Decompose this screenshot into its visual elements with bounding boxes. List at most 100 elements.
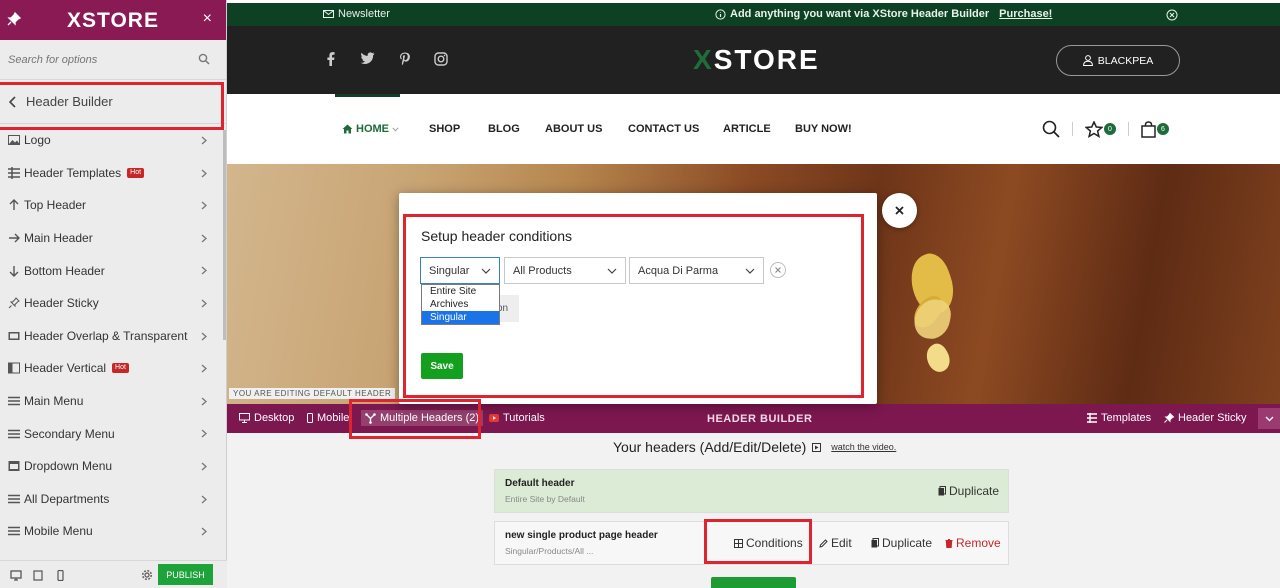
sidebar-item-header-sticky[interactable]: Header Sticky	[0, 287, 226, 320]
desktop-icon	[239, 413, 250, 423]
sidebar-item-header-vertical[interactable]: Header Vertical Hot	[0, 352, 226, 385]
sitemap-icon	[365, 412, 376, 424]
duplicate-button[interactable]: Duplicate	[871, 536, 932, 550]
templates-tab[interactable]: Templates	[1087, 412, 1151, 424]
account-button[interactable]: BLACKPEA	[1056, 45, 1180, 76]
sidebar-item-label: Dropdown Menu	[24, 459, 113, 474]
nav-buy-now[interactable]: BUY NOW!	[795, 123, 852, 135]
save-button[interactable]: Save	[421, 353, 463, 379]
pin-icon	[8, 297, 20, 309]
site-logo-text: STORE	[713, 44, 820, 75]
pinterest-icon[interactable]	[399, 52, 411, 66]
close-modal-button[interactable]	[882, 193, 917, 228]
sidebar-item-header-overlap-transparent[interactable]: Header Overlap & Transparent	[0, 320, 226, 353]
sidebar-item-bottom-header[interactable]: Bottom Header	[0, 254, 226, 287]
chevron-down-icon	[745, 268, 755, 274]
sidebar-item-all-departments[interactable]: All Departments	[0, 483, 226, 516]
header-sticky-tab[interactable]: Header Sticky	[1164, 412, 1246, 424]
multiple-headers-tab[interactable]: Multiple Headers (2)	[361, 410, 484, 426]
sidebar-item-top-header[interactable]: Top Header	[0, 189, 226, 222]
instagram-icon[interactable]	[434, 52, 448, 66]
home-icon	[342, 124, 353, 134]
sidebar-logo: XSTORE	[67, 9, 159, 32]
arrow-right-icon	[8, 232, 20, 244]
condition-item-select[interactable]: Acqua Di Parma	[629, 257, 764, 284]
option-archives[interactable]: Archives	[422, 298, 499, 311]
dropdown-icon	[8, 460, 20, 472]
condition-category-select[interactable]: All Products	[504, 257, 626, 284]
duplicate-button[interactable]: Duplicate	[938, 484, 999, 498]
watch-video-link[interactable]: watch the video.	[831, 442, 896, 452]
copy-icon	[871, 538, 879, 548]
tutorials-tab[interactable]: Tutorials	[489, 412, 545, 424]
chevron-down-icon	[607, 268, 617, 274]
option-entire-site[interactable]: Entire Site	[422, 285, 499, 298]
cart-button[interactable]: 6	[1141, 120, 1169, 138]
nav-about-us[interactable]: ABOUT US	[545, 123, 602, 135]
sidebar-item-main-menu[interactable]: Main Menu	[0, 385, 226, 418]
hot-badge: Hot	[112, 363, 129, 374]
back-icon[interactable]	[0, 80, 26, 124]
menu-icon	[8, 525, 20, 537]
menu-icon	[8, 428, 20, 440]
masthead: XSTORE BLACKPEA	[227, 26, 1280, 94]
wishlist-button[interactable]: 0	[1085, 120, 1116, 138]
option-singular[interactable]: Singular	[422, 311, 499, 324]
twitter-icon[interactable]	[360, 52, 375, 65]
chevron-right-icon	[201, 462, 207, 471]
conditions-icon	[734, 538, 743, 548]
search-input[interactable]	[0, 40, 226, 79]
condition-type-value: Singular	[429, 264, 470, 277]
add-header-button[interactable]	[711, 577, 796, 588]
video-icon	[812, 442, 822, 452]
newsletter-link[interactable]: Newsletter	[323, 8, 390, 20]
desktop-preview-icon[interactable]	[10, 570, 22, 581]
nav-contact-us[interactable]: CONTACT US	[628, 123, 699, 135]
nav-home[interactable]: HOME	[342, 123, 399, 135]
chevron-right-icon	[201, 397, 207, 406]
nav-home-label: HOME	[356, 123, 389, 135]
desktop-tab-label: Desktop	[254, 412, 295, 424]
toolbar-collapse-button[interactable]	[1258, 408, 1280, 429]
sidebar-item-label: Header Vertical	[24, 361, 107, 376]
remove-button[interactable]: Remove	[945, 536, 1001, 550]
publish-button[interactable]: PUBLISH	[158, 564, 213, 585]
nav-shop[interactable]: SHOP	[429, 123, 460, 135]
header-name: Default header	[505, 478, 575, 489]
duplicate-label: Duplicate	[949, 484, 1000, 498]
search-icon[interactable]	[1042, 120, 1060, 138]
nav-blog[interactable]: BLOG	[488, 123, 520, 135]
sidebar-footer: PUBLISH	[0, 560, 227, 588]
gear-icon[interactable]	[141, 569, 153, 581]
edit-button[interactable]: Edit	[819, 536, 852, 550]
nav-article[interactable]: ARTICLE	[723, 123, 771, 135]
site-logo[interactable]: XSTORE	[693, 44, 820, 76]
tablet-preview-icon[interactable]	[33, 570, 43, 581]
sidebar-item-label: Secondary Menu	[24, 426, 115, 441]
chevron-right-icon	[201, 364, 207, 373]
sidebar-item-dropdown-menu[interactable]: Dropdown Menu	[0, 450, 226, 483]
sidebar-item-secondary-menu[interactable]: Secondary Menu	[0, 417, 226, 450]
header-builder-title: HEADER BUILDER	[707, 413, 813, 425]
sidebar-header: XSTORE ×	[0, 0, 226, 40]
top-bar: Newsletter Add anything you want via XSt…	[227, 3, 1280, 26]
image-icon	[8, 134, 20, 146]
purchase-link[interactable]: Purchase!	[999, 8, 1052, 20]
mobile-preview-icon[interactable]	[57, 570, 64, 581]
close-circle-icon[interactable]	[1166, 9, 1178, 21]
mobile-tab[interactable]: Mobile	[307, 412, 349, 424]
condition-type-select[interactable]: Singular	[420, 257, 500, 284]
facebook-icon[interactable]	[327, 52, 335, 66]
conditions-button[interactable]: Conditions	[734, 536, 803, 550]
sidebar-item-mobile-menu[interactable]: Mobile Menu	[0, 515, 226, 548]
divider	[1128, 122, 1129, 136]
sidebar-item-main-header[interactable]: Main Header	[0, 222, 226, 255]
sidebar-item-header-templates[interactable]: Header Templates Hot	[0, 157, 226, 190]
search-icon[interactable]	[198, 53, 210, 65]
close-icon[interactable]: ×	[203, 11, 212, 27]
remove-condition-icon[interactable]	[770, 262, 786, 278]
desktop-tab[interactable]: Desktop	[239, 412, 294, 424]
sidebar-item-logo[interactable]: Logo	[0, 124, 226, 157]
topbar-message-text: Add anything you want via XStore Header …	[730, 8, 990, 20]
sidebar-scrollbar[interactable]	[223, 130, 226, 340]
